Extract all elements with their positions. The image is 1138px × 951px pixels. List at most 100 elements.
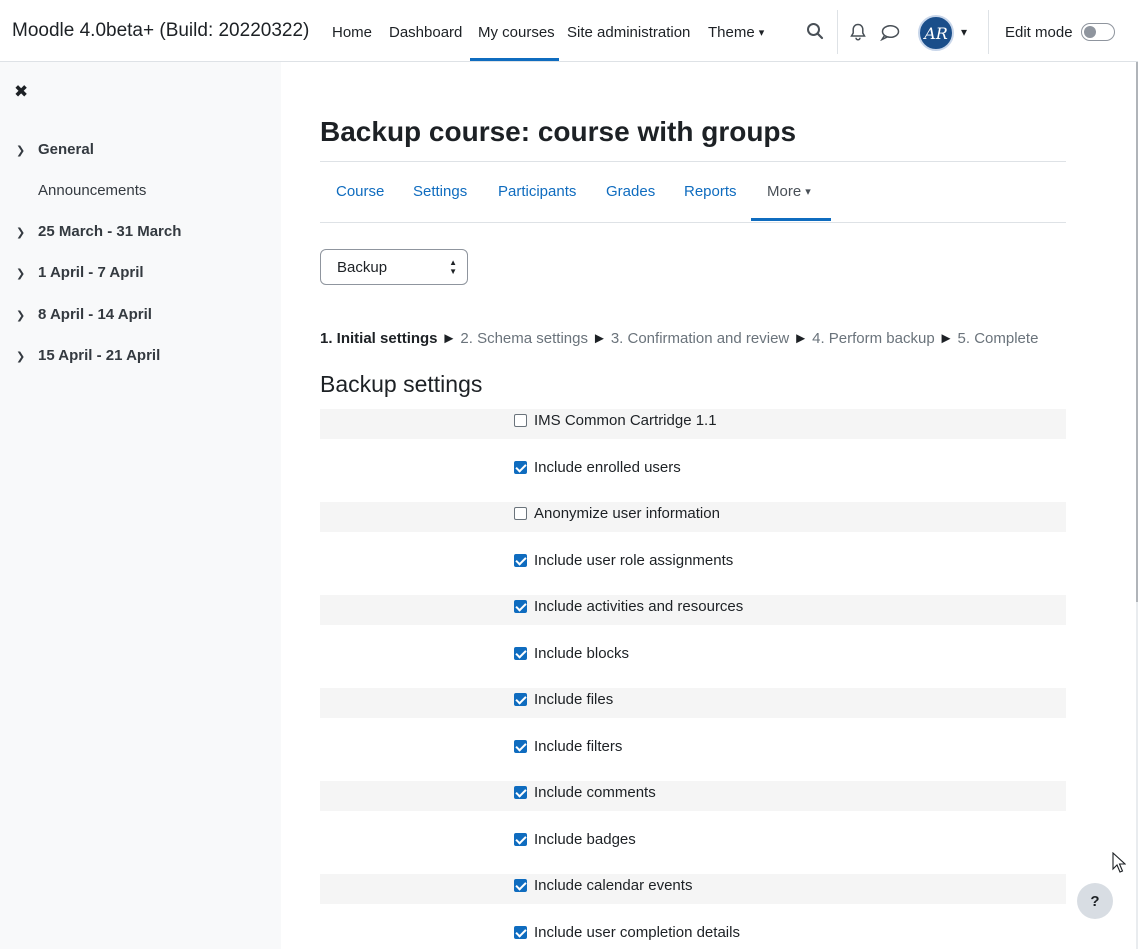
section-label: 1 April - 7 April: [38, 264, 144, 281]
setting-label[interactable]: Include enrolled users: [534, 459, 681, 476]
setting-checkbox[interactable]: [514, 647, 527, 660]
setting-row: Include enrolled users: [320, 456, 1066, 486]
setting-checkbox[interactable]: [514, 786, 527, 799]
backup-action-select[interactable]: Backup ▲ ▼: [320, 249, 468, 285]
course-section-general[interactable]: ❯ General: [16, 141, 94, 158]
setting-label[interactable]: Include user role assignments: [534, 552, 733, 569]
setting-label[interactable]: Include comments: [534, 784, 656, 801]
secondary-nav-divider: [320, 222, 1066, 223]
course-index-drawer: ✖ ❯ General Announcements ❯ 25 March - 31 …: [0, 62, 281, 949]
tab-settings[interactable]: Settings: [413, 183, 467, 200]
progress-step-3: 3. Confirmation and review: [610, 330, 790, 347]
chevron-down-icon: ▾: [758, 27, 765, 39]
help-button[interactable]: ?: [1077, 883, 1113, 919]
setting-label[interactable]: Include files: [534, 691, 613, 708]
chevron-down-icon[interactable]: ❯: [16, 309, 38, 322]
setting-label[interactable]: Include blocks: [534, 645, 629, 662]
setting-checkbox[interactable]: [514, 600, 527, 613]
section-label: 25 March - 31 March: [38, 223, 182, 240]
tab-course[interactable]: Course: [336, 183, 384, 200]
setting-row: Include filters: [320, 735, 1066, 765]
message-icon[interactable]: [879, 24, 900, 46]
select-value: Backup: [337, 259, 388, 276]
setting-checkbox[interactable]: [514, 833, 527, 846]
progress-separator: ►: [938, 330, 954, 347]
setting-checkbox[interactable]: [514, 693, 527, 706]
nav-active-indicator: [470, 58, 559, 61]
tab-more-label: More: [767, 183, 802, 200]
setting-label[interactable]: Include activities and resources: [534, 598, 743, 615]
setting-checkbox[interactable]: [514, 414, 527, 427]
tab-participants[interactable]: Participants: [498, 183, 576, 200]
course-section-week-1[interactable]: ❯ 25 March - 31 March: [16, 223, 181, 240]
setting-checkbox[interactable]: [514, 740, 527, 753]
setting-row: Anonymize user information: [320, 502, 1066, 532]
select-arrows-icon: ▲ ▼: [449, 258, 457, 276]
setting-label[interactable]: Include user completion details: [534, 924, 740, 941]
setting-label[interactable]: IMS Common Cartridge 1.1: [534, 412, 717, 429]
setting-label[interactable]: Include filters: [534, 738, 622, 755]
progress-step-5: 5. Complete: [957, 330, 1039, 347]
setting-row: Include comments: [320, 781, 1066, 811]
progress-separator: ►: [441, 330, 457, 347]
setting-row: Include files: [320, 688, 1066, 718]
setting-label[interactable]: Anonymize user information: [534, 505, 720, 522]
progress-step-4: 4. Perform backup: [812, 330, 935, 347]
edit-mode-toggle[interactable]: [1081, 23, 1115, 41]
tab-more[interactable]: More ▾: [767, 183, 811, 200]
chevron-down-icon[interactable]: ❯: [16, 144, 38, 157]
site-name[interactable]: Moodle 4.0beta+ (Build: 20220322): [12, 20, 309, 42]
tab-grades[interactable]: Grades: [606, 183, 655, 200]
user-menu-chevron-icon[interactable]: ▾: [961, 25, 967, 39]
setting-row: IMS Common Cartridge 1.1: [320, 409, 1066, 439]
navbar-divider-2: [988, 10, 989, 54]
course-section-week-2[interactable]: ❯ 1 April - 7 April: [16, 264, 144, 281]
backup-progress-steps: 1. Initial settings ► 2. Schema settings ► 3…: [320, 330, 1038, 347]
setting-label[interactable]: Include calendar events: [534, 877, 692, 894]
setting-checkbox[interactable]: [514, 879, 527, 892]
course-section-week-4[interactable]: ❯ 15 April - 21 April: [16, 347, 160, 364]
chevron-down-icon: ▾: [805, 186, 811, 198]
chevron-down-icon[interactable]: ❯: [16, 226, 38, 239]
setting-row: Include activities and resources: [320, 595, 1066, 625]
course-section-week-3[interactable]: ❯ 8 April - 14 April: [16, 306, 152, 323]
user-avatar[interactable]: AR: [918, 15, 954, 51]
backup-settings-heading: Backup settings: [320, 371, 483, 397]
nav-my-courses[interactable]: My courses: [478, 24, 555, 41]
nav-home[interactable]: Home: [332, 24, 372, 41]
title-divider: [320, 161, 1066, 162]
top-navbar: Moodle 4.0beta+ (Build: 20220322) Home D…: [0, 0, 1138, 62]
navbar-divider: [837, 10, 838, 54]
activity-announcements[interactable]: Announcements: [38, 182, 146, 199]
tab-reports[interactable]: Reports: [684, 183, 737, 200]
page-title: Backup course: course with groups: [320, 116, 797, 147]
progress-separator: ►: [591, 330, 607, 347]
setting-checkbox[interactable]: [514, 461, 527, 474]
setting-row: Include user completion details: [320, 921, 1066, 951]
setting-row: Include badges: [320, 828, 1066, 858]
chevron-down-icon[interactable]: ❯: [16, 350, 38, 363]
nav-theme[interactable]: Theme ▾: [708, 24, 764, 41]
section-label: 8 April - 14 April: [38, 306, 152, 323]
setting-checkbox[interactable]: [514, 926, 527, 939]
setting-row: Include user role assignments: [320, 549, 1066, 579]
close-icon[interactable]: ✖: [14, 82, 28, 102]
section-label: 15 April - 21 April: [38, 347, 161, 364]
nav-theme-label: Theme: [708, 24, 755, 41]
progress-separator: ►: [793, 330, 809, 347]
setting-label[interactable]: Include badges: [534, 831, 636, 848]
search-icon[interactable]: [806, 22, 824, 45]
tab-active-indicator: [751, 218, 831, 221]
nav-site-administration[interactable]: Site administration: [567, 24, 690, 41]
mouse-cursor-icon: [1112, 851, 1127, 878]
nav-dashboard[interactable]: Dashboard: [389, 24, 462, 41]
progress-step-2: 2. Schema settings: [460, 330, 588, 347]
setting-row: Include blocks: [320, 642, 1066, 672]
edit-mode-label: Edit mode: [1005, 24, 1073, 41]
chevron-down-icon[interactable]: ❯: [16, 267, 38, 280]
setting-checkbox[interactable]: [514, 507, 527, 520]
bell-icon[interactable]: [850, 23, 866, 46]
section-label: General: [38, 141, 94, 158]
setting-checkbox[interactable]: [514, 554, 527, 567]
setting-row: Include calendar events: [320, 874, 1066, 904]
